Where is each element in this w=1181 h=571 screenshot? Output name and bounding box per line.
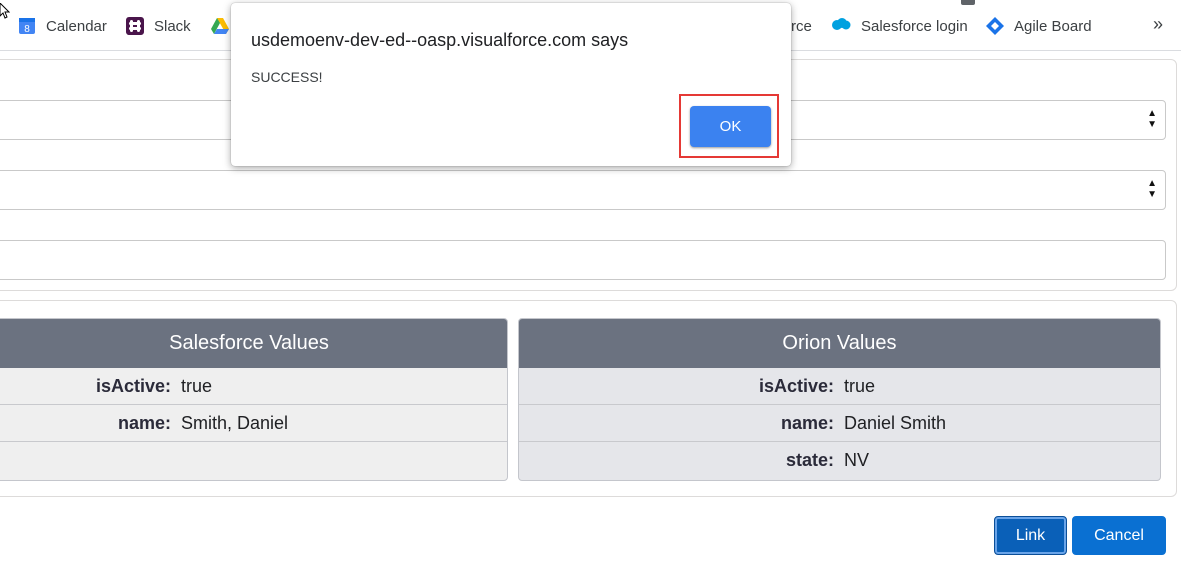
orion-values-table: Orion Values isActive: true name: Daniel…: [518, 318, 1161, 481]
bookmark-calendar[interactable]: 8 Calendar: [18, 14, 107, 38]
table-header: Orion Values: [519, 319, 1160, 368]
bookmarks-overflow-button[interactable]: »: [1153, 14, 1163, 35]
link-button[interactable]: Link: [994, 516, 1067, 555]
text-field[interactable]: [0, 240, 1166, 280]
bookmark-salesforce-login[interactable]: Salesforce login: [831, 14, 968, 38]
table-row: name: Daniel Smith: [519, 405, 1160, 442]
bookmark-label: Slack: [154, 17, 191, 35]
row-key: state:: [785, 449, 834, 470]
table-header: Salesforce Values: [0, 319, 507, 368]
table-row: [0, 442, 507, 478]
bookmark-agile-board[interactable]: Agile Board: [986, 14, 1092, 38]
select-field-2[interactable]: ▲ ▼: [0, 170, 1166, 210]
select-arrows-icon: ▲ ▼: [1147, 178, 1157, 200]
row-value: Smith, Daniel: [181, 412, 289, 433]
calendar-icon: 8: [18, 17, 36, 35]
slack-icon: [126, 17, 144, 35]
alert-dialog: usdemoenv-dev-ed--oasp.visualforce.com s…: [231, 3, 791, 166]
salesforce-icon: [831, 17, 851, 35]
bookmark-partial[interactable]: rce: [791, 14, 812, 38]
cancel-button[interactable]: Cancel: [1072, 516, 1166, 555]
row-key: name:: [117, 412, 171, 433]
bookmark-slack[interactable]: Slack: [126, 14, 191, 38]
row-key: name:: [780, 412, 834, 433]
select-arrows-icon: ▲ ▼: [1147, 108, 1157, 130]
bookmark-label: Salesforce login: [861, 17, 968, 35]
svg-text:8: 8: [24, 24, 30, 35]
salesforce-values-table: Salesforce Values isActive: true name: S…: [0, 318, 508, 481]
bookmark-label: Agile Board: [1014, 17, 1092, 35]
table-row: isActive: true: [0, 368, 507, 405]
dialog-title: usdemoenv-dev-ed--oasp.visualforce.com s…: [251, 30, 629, 50]
row-value: NV: [844, 449, 870, 470]
google-drive-icon: [210, 17, 229, 35]
row-value: Daniel Smith: [844, 412, 947, 433]
dialog-message: SUCCESS!: [251, 69, 323, 85]
ok-button[interactable]: OK: [690, 106, 771, 147]
tab-indicator-icon: [961, 0, 975, 5]
row-key: isActive:: [758, 375, 834, 396]
bookmark-label: rce: [791, 17, 812, 35]
diamond-icon: [986, 17, 1004, 35]
mouse-cursor-icon: [0, 3, 10, 19]
row-value: true: [181, 375, 213, 396]
row-value: true: [844, 375, 876, 396]
bookmark-label: Calendar: [46, 17, 107, 35]
table-row: name: Smith, Daniel: [0, 405, 507, 442]
row-key: isActive:: [95, 375, 171, 396]
table-row: isActive: true: [519, 368, 1160, 405]
table-row: state: NV: [519, 442, 1160, 478]
